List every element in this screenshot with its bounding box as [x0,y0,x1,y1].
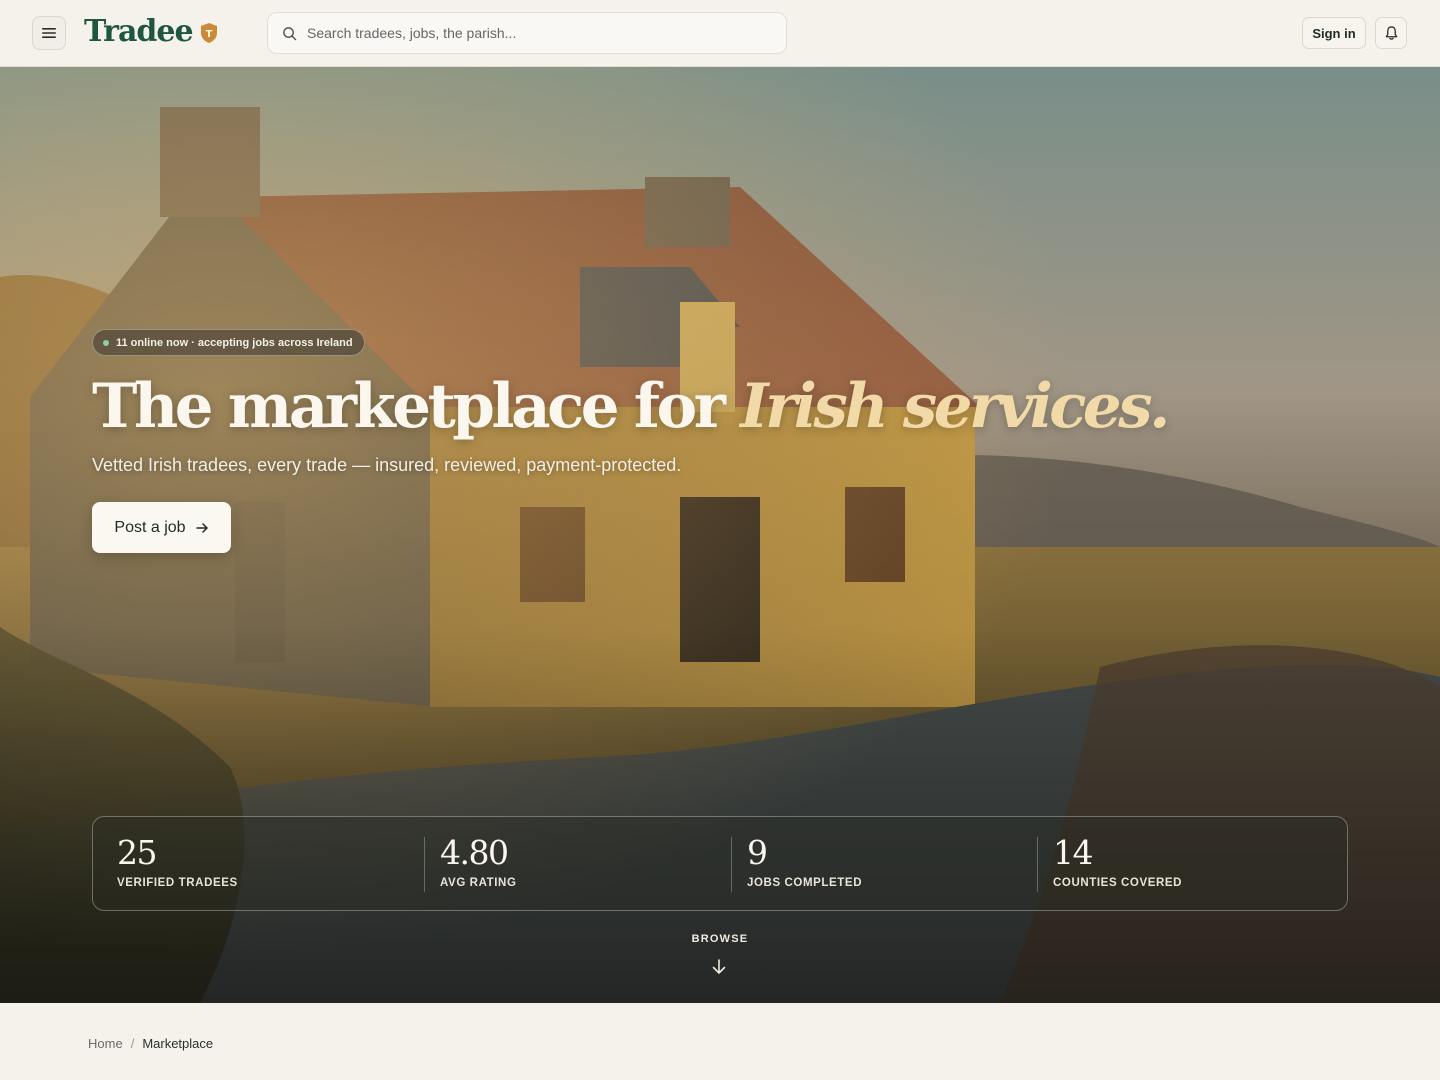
online-dot-icon [103,339,109,346]
sign-in-button[interactable]: Sign in [1302,17,1366,49]
menu-button[interactable] [32,16,66,50]
stat-divider [731,837,732,892]
post-job-label: Post a job [114,518,186,536]
search-input[interactable] [307,25,777,41]
stat-label: COUNTIES COVERED [1053,877,1183,889]
shield-icon: T [200,23,217,43]
hero-section: 11 online now · accepting jobs across Ir… [0,67,1440,1003]
search-icon [283,26,297,40]
post-job-button[interactable]: Post a job [92,502,231,553]
bell-icon [1385,26,1397,40]
online-status-text: 11 online now · accepting jobs across Ir… [116,336,353,349]
stats-panel: 25 VERIFIED TRADEES 4.80 AVG RATING 9 JO… [92,816,1348,911]
hero-headline: The marketplace for Irish services. [92,367,1170,447]
logo-wordmark: Tradee [84,14,194,49]
arrow-down-icon[interactable] [710,958,728,976]
stat-value: 25 [117,833,158,872]
stat-value: 4.80 [440,833,509,872]
breadcrumb-home-link[interactable]: Home [88,1036,123,1051]
browse-link[interactable]: BROWSE [670,933,770,945]
breadcrumb: Home / Marketplace [88,1036,213,1051]
stat-label: VERIFIED TRADEES [117,877,238,889]
stat-value: 9 [747,833,768,872]
stat-value: 14 [1053,833,1094,872]
hero-subline: Vetted Irish tradees, every trade — insu… [92,455,682,475]
headline-main: The marketplace for [92,371,741,442]
menu-icon [42,28,56,38]
headline-accent: Irish services. [740,371,1170,442]
logo-badge-letter: T [205,29,212,40]
arrow-right-icon [195,522,208,533]
top-navbar: Tradee T Sign in [0,0,1440,67]
search-bar[interactable] [267,12,787,54]
stat-divider [1037,837,1038,892]
breadcrumb-current: Marketplace [142,1036,214,1051]
brand-logo[interactable]: Tradee T [84,14,219,50]
stat-divider [424,837,425,892]
notifications-button[interactable] [1375,17,1407,49]
stat-label: JOBS COMPLETED [747,877,863,889]
online-status-pill: 11 online now · accepting jobs across Ir… [92,329,365,356]
breadcrumb-separator: / [130,1036,135,1051]
stat-label: AVG RATING [440,877,517,889]
